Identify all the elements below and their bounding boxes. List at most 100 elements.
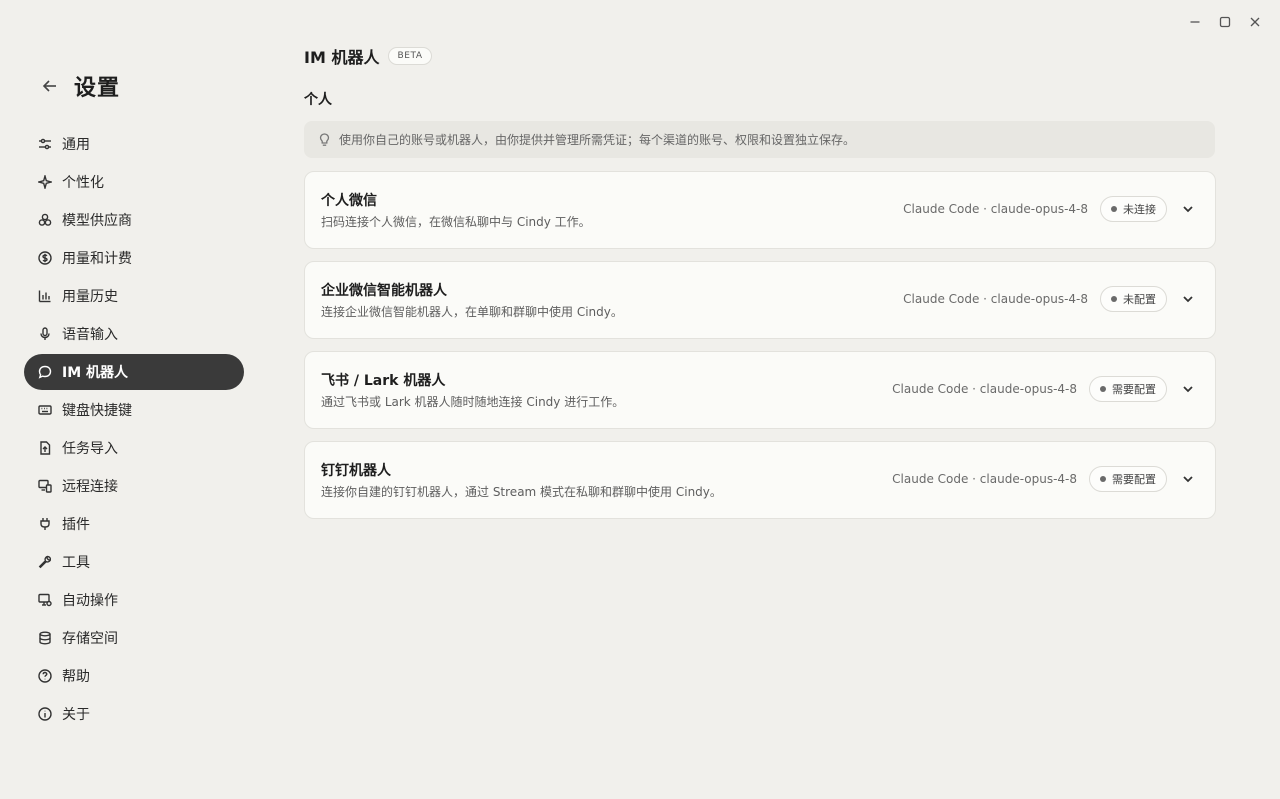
status-dot [1111,206,1117,212]
sidebar-item-label: 语音输入 [62,327,118,343]
sidebar-item-label: 插件 [62,517,90,533]
chevron-down-icon [1183,206,1193,213]
info-icon [37,707,52,722]
expand-button[interactable] [1175,466,1201,492]
settings-window: 设置 通用 个性化 模型供应商 用量和计费 用量历史 语音输入 IM 机器人 键… [0,0,1280,799]
channel-card-feishu[interactable]: 飞书 / Lark 机器人 通过飞书或 Lark 机器人随时随地连接 Cindy… [304,351,1216,429]
status-text: 未连接 [1123,203,1156,216]
chevron-down-icon [1183,296,1193,303]
channel-model: Claude Code · claude-opus-4-8 [892,472,1077,486]
sidebar-item-plugins[interactable]: 插件 [24,506,244,542]
status-badge: 需要配置 [1089,376,1167,402]
window-controls [1180,12,1270,32]
channel-meta: Claude Code · claude-opus-4-8 未配置 [903,286,1201,312]
channel-description: 连接你自建的钉钉机器人，通过 Stream 模式在私聊和群聊中使用 Cindy。 [321,485,722,499]
maximize-button[interactable] [1210,12,1240,32]
lightbulb-icon [319,132,330,146]
settings-sidebar: 设置 通用 个性化 模型供应商 用量和计费 用量历史 语音输入 IM 机器人 键… [24,0,244,799]
microphone-icon [37,327,52,342]
sidebar-item-voice-input[interactable]: 语音输入 [24,316,244,352]
sidebar-header: 设置 [38,70,120,102]
status-dot [1100,476,1106,482]
status-text: 未配置 [1123,293,1156,306]
back-button[interactable] [38,74,62,98]
minimize-button[interactable] [1180,12,1210,32]
plug-icon [37,517,52,532]
channel-model: Claude Code · claude-opus-4-8 [903,292,1088,306]
sidebar-item-label: 存储空间 [62,631,118,647]
channel-description: 通过飞书或 Lark 机器人随时随地连接 Cindy 进行工作。 [321,395,625,409]
sidebar-item-keyboard-shortcuts[interactable]: 键盘快捷键 [24,392,244,428]
expand-button[interactable] [1175,376,1201,402]
sparkle-icon [37,175,52,190]
sidebar-item-remote-connection[interactable]: 远程连接 [24,468,244,504]
sidebar-item-label: 模型供应商 [62,213,132,229]
sidebar-item-tools[interactable]: 工具 [24,544,244,580]
page-title: IM 机器人 [304,48,380,67]
sidebar-item-model-providers[interactable]: 模型供应商 [24,202,244,238]
sidebar-item-label: 关于 [62,707,90,723]
channel-title: 钉钉机器人 [321,463,391,479]
sidebar-item-label: 键盘快捷键 [62,403,132,419]
sidebar-item-label: 帮助 [62,669,90,685]
arrow-left-icon [42,80,56,92]
channel-card-wechat[interactable]: 个人微信 扫码连接个人微信，在微信私聊中与 Cindy 工作。 Claude C… [304,171,1216,249]
monitor-gear-icon [37,593,52,608]
channel-card-dingtalk[interactable]: 钉钉机器人 连接你自建的钉钉机器人，通过 Stream 模式在私聊和群聊中使用 … [304,441,1216,519]
chevron-down-icon [1183,476,1193,483]
remote-devices-icon [37,479,52,494]
chat-bubble-icon [37,365,52,380]
status-text: 需要配置 [1112,383,1156,396]
channel-list: 个人微信 扫码连接个人微信，在微信私聊中与 Cindy 工作。 Claude C… [304,171,1216,531]
sidebar-item-label: 用量历史 [62,289,118,305]
section-heading: 个人 [304,92,332,108]
close-icon [1250,17,1260,27]
close-button[interactable] [1240,12,1270,32]
dollar-icon [37,251,52,266]
channel-description: 扫码连接个人微信，在微信私聊中与 Cindy 工作。 [321,215,591,229]
channel-card-wecom[interactable]: 企业微信智能机器人 连接企业微信智能机器人，在单聊和群聊中使用 Cindy。 C… [304,261,1216,339]
status-dot [1100,386,1106,392]
wrench-icon [37,555,52,570]
status-text: 需要配置 [1112,473,1156,486]
sidebar-item-label: 用量和计费 [62,251,132,267]
cubes-icon [37,213,52,228]
sidebar-item-label: 个性化 [62,175,104,191]
sidebar-item-label: IM 机器人 [62,365,129,381]
expand-button[interactable] [1175,286,1201,312]
sidebar-item-storage[interactable]: 存储空间 [24,620,244,656]
help-circle-icon [37,669,52,684]
sidebar-item-label: 任务导入 [62,441,118,457]
bar-chart-icon [37,289,52,304]
expand-button[interactable] [1175,196,1201,222]
sidebar-item-usage-billing[interactable]: 用量和计费 [24,240,244,276]
page-header: IM 机器人 BETA [304,44,432,68]
channel-meta: Claude Code · claude-opus-4-8 需要配置 [892,466,1201,492]
channel-title: 企业微信智能机器人 [321,283,447,299]
sidebar-item-label: 工具 [62,555,90,571]
channel-model: Claude Code · claude-opus-4-8 [892,382,1077,396]
channel-meta: Claude Code · claude-opus-4-8 需要配置 [892,376,1201,402]
sidebar-title: 设置 [74,76,121,101]
channel-description: 连接企业微信智能机器人，在单聊和群聊中使用 Cindy。 [321,305,623,319]
sidebar-item-usage-history[interactable]: 用量历史 [24,278,244,314]
status-badge: 未连接 [1100,196,1167,222]
sidebar-item-im-bot[interactable]: IM 机器人 [24,354,244,390]
minimize-icon [1190,21,1200,23]
channel-model: Claude Code · claude-opus-4-8 [903,202,1088,216]
status-dot [1111,296,1117,302]
settings-nav: 通用 个性化 模型供应商 用量和计费 用量历史 语音输入 IM 机器人 键盘快捷… [24,126,244,734]
database-icon [37,631,52,646]
hint-text: 使用你自己的账号或机器人，由你提供并管理所需凭证；每个渠道的账号、权限和设置独立… [339,133,856,147]
sidebar-item-general[interactable]: 通用 [24,126,244,162]
sidebar-item-about[interactable]: 关于 [24,696,244,732]
sidebar-item-task-import[interactable]: 任务导入 [24,430,244,466]
channel-title: 个人微信 [321,193,377,209]
beta-badge: BETA [388,47,432,65]
channel-meta: Claude Code · claude-opus-4-8 未连接 [903,196,1201,222]
maximize-icon [1219,16,1231,28]
sidebar-item-help[interactable]: 帮助 [24,658,244,694]
sidebar-item-automation[interactable]: 自动操作 [24,582,244,618]
file-upload-icon [37,441,52,456]
sidebar-item-personalization[interactable]: 个性化 [24,164,244,200]
